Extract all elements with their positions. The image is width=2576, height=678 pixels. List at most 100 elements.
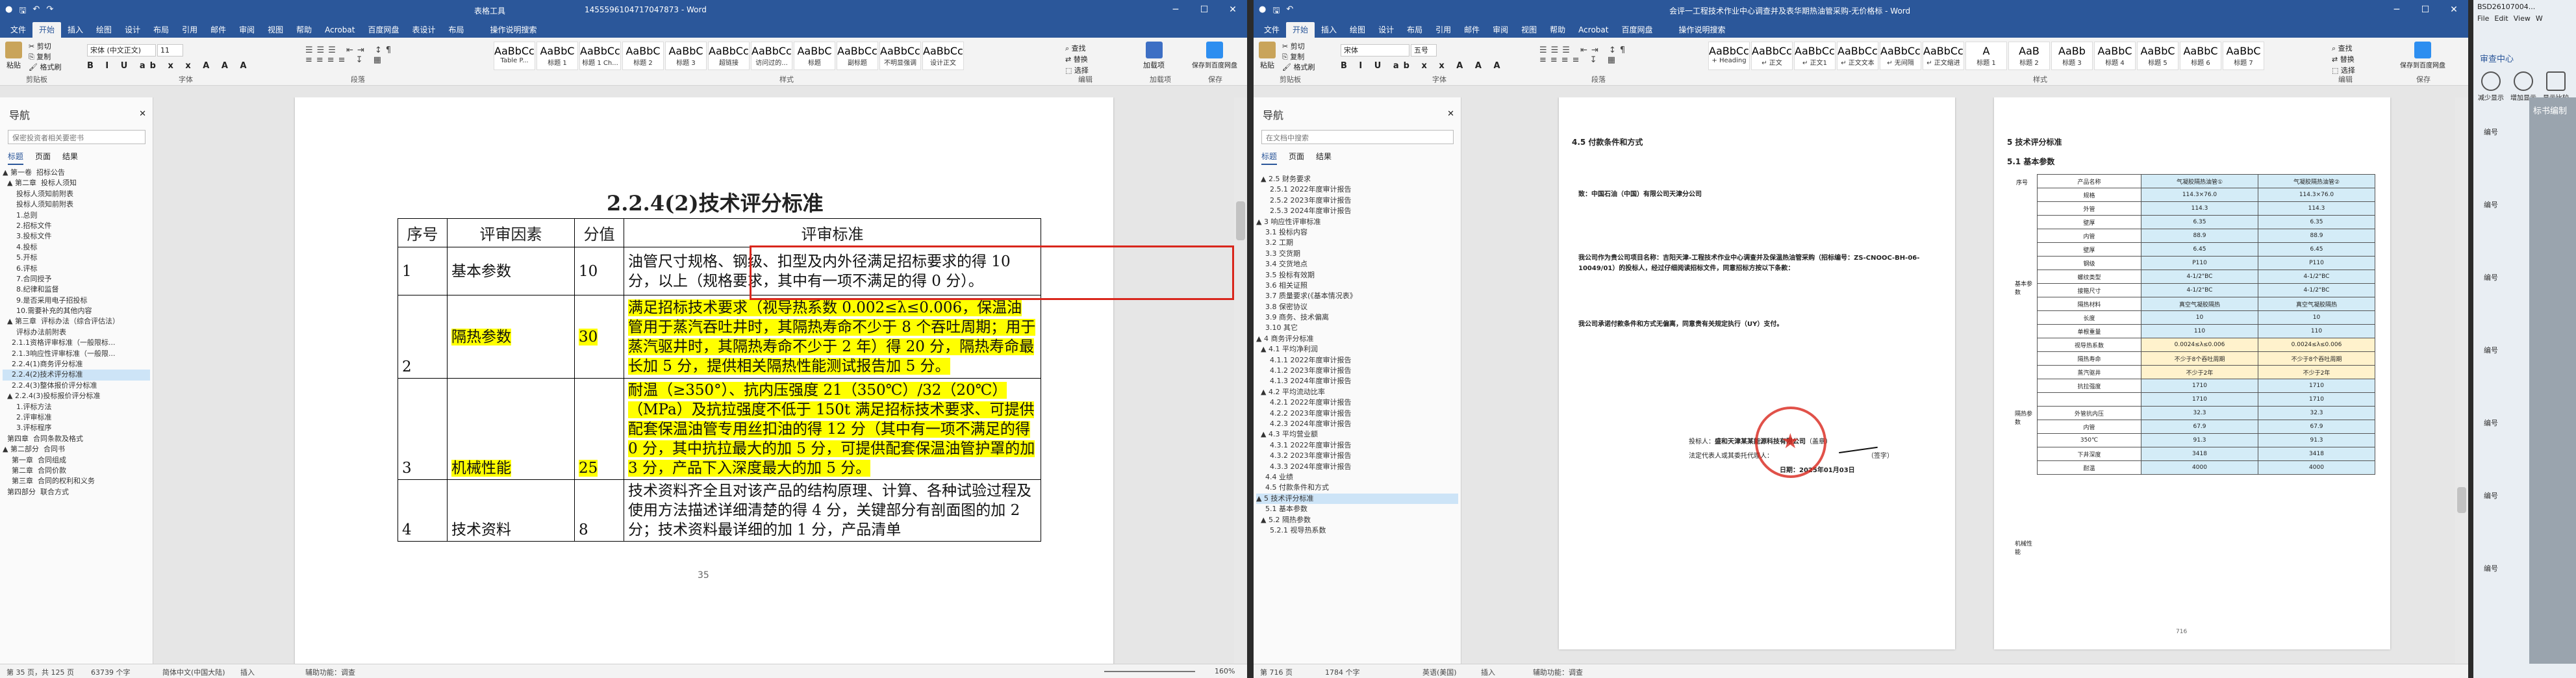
ribbon-tab[interactable]: 视图 [1515,22,1543,38]
nav-tree-item[interactable]: 4.3.1 2022年度审计报告 [1256,440,1458,451]
nav-tree-item[interactable]: 10.需要补充的其他内容 [3,306,150,316]
table-cell[interactable]: 3418 [2141,447,2258,461]
row-number[interactable]: 3 [398,378,448,480]
style-item[interactable]: AaBbCcDd ↵ 无间隔 [1880,42,1921,70]
table-cell[interactable] [2037,392,2141,407]
style-item[interactable]: AaBbCcDd ↵ 正文 [1751,42,1793,70]
nav-tree-item[interactable]: ▲ 2.2.4(3)投标报价评分标准 [3,391,150,401]
ribbon-tab[interactable]: 百度网盘 [1615,22,1659,38]
nav-tab-results[interactable]: 结果 [62,151,78,165]
font-name-select[interactable]: 宋体 [1341,44,1409,56]
maximize-button[interactable]: ☐ [1190,0,1219,19]
nav-tree-item[interactable]: 4.2.3 2024年度审计报告 [1256,419,1458,429]
ribbon-tab[interactable]: 文件 [1257,22,1286,38]
ribbon-tab[interactable]: 邮件 [204,22,233,38]
decrease-display-button[interactable]: 减少显示 [2476,71,2506,102]
table-cell[interactable]: 蒸汽驱井 [2037,365,2141,379]
undo-icon[interactable]: ↶ [32,5,40,19]
nav-tab-results[interactable]: 结果 [1316,151,1332,165]
table-cell[interactable]: 67.9 [2141,420,2258,434]
nav-tree-item[interactable]: 8.纪律和监督 [3,284,150,295]
minimize-button[interactable]: ─ [1161,0,1190,19]
table-cell[interactable]: 88.9 [2141,229,2258,243]
ribbon-tab[interactable]: 布局 [1400,22,1429,38]
sidebar-item[interactable]: 编号 [2477,123,2527,195]
table-cell[interactable]: 10 [2141,310,2258,325]
style-item[interactable]: AaBbCcD 访问过的... [751,42,792,70]
nav-tree-item[interactable]: 5.1 基本参数 [1256,504,1458,514]
nav-tree-item[interactable]: ▲ 4.3 平均营业额 [1256,429,1458,440]
nav-tree-item[interactable]: 3.7 质量要求(《基本情况表》 [1256,291,1458,301]
nav-close-icon[interactable]: ✕ [1447,109,1454,119]
addin-button[interactable]: 加载项 [1143,42,1165,70]
table-cell[interactable]: 长度 [2037,310,2141,325]
table-cell[interactable]: 不少于2年 [2258,365,2375,379]
style-item[interactable]: AaB 标题 2 [2008,42,2050,70]
nav-tree-item[interactable]: 1.评标方法 [3,402,150,412]
left-vertical-scrollbar[interactable] [1234,97,1247,664]
row-factor-cell[interactable]: 隔热参数 [447,295,575,379]
table-cell[interactable]: 外管 [2037,201,2141,216]
table-cell[interactable]: 不少于2年 [2141,365,2258,379]
nav-tree-item[interactable]: ▲ 第二章 投标人须知 [3,178,150,188]
nav-tree-item[interactable]: 投标人须知前附表 [3,189,150,199]
table-cell[interactable]: 接箍尺寸 [2037,283,2141,297]
nav-tree-item[interactable]: 2.2.4(2)技术评分标准 [3,370,150,381]
ribbon-tab[interactable]: 引用 [1429,22,1458,38]
table-cell[interactable]: 下井深度 [2037,447,2141,461]
sidebar-item[interactable]: 编号 [2477,268,2527,341]
nav-tree-item[interactable]: 2.5.2 2023年度审计报告 [1256,195,1458,206]
table-cell[interactable]: 1710 [2258,392,2375,407]
zoom-level[interactable]: 160% [1215,667,1235,675]
nav-tree-item[interactable]: 第三章 合同的权利和义务 [3,476,150,486]
redo-icon[interactable]: ↷ [46,5,53,19]
status-words[interactable]: 63739 个字 [91,667,131,677]
ribbon-tab[interactable]: 开始 [32,22,62,38]
nav-tree-item[interactable]: 1.总则 [3,210,150,221]
table-cell[interactable]: 4-1/2"BC [2258,270,2375,284]
nav-tree-item[interactable]: 3.评标程序 [3,423,150,433]
row-score-cell[interactable]: 30 [574,295,624,379]
style-item[interactable]: AaBbCcD 超链接 [708,42,750,70]
minimize-button[interactable]: ─ [2382,0,2411,19]
font-size-select[interactable]: 11 [157,44,183,56]
menu-edit[interactable]: Edit [2494,14,2508,23]
replace-button[interactable]: ⇄ 替换 [2332,54,2355,65]
font-name-select[interactable]: 宋体 (中文正文) [87,44,156,56]
autosave-icon[interactable]: ● [1259,5,1266,19]
nav-tree-item[interactable]: 2.招标文件 [3,221,150,231]
table-cell[interactable]: 110 [2258,324,2375,338]
ribbon-tab[interactable]: 设计 [118,22,147,38]
status-page[interactable]: 第 716 页 [1260,667,1293,677]
sidebar-item[interactable]: 编号 [2477,559,2527,632]
nav-tree-item[interactable]: 9.是否采用电子招投标 [3,295,150,306]
nav-tree-item[interactable]: ▲ 4 商务评分标准 [1256,334,1458,344]
status-accessibility[interactable]: 辅助功能：调查 [1533,667,1583,677]
tell-me-search[interactable]: 操作说明搜索 [484,22,544,38]
ribbon-tab[interactable]: 审阅 [233,22,261,38]
replace-button[interactable]: ⇄ 替换 [1065,54,1089,65]
table-cell[interactable]: 单根重量 [2037,324,2141,338]
close-button[interactable]: ✕ [2440,0,2468,19]
table-cell[interactable]: 350℃ [2037,433,2141,447]
baidu-save-button[interactable]: 保存到百度网盘 [2397,42,2449,69]
ribbon-tab[interactable]: Acrobat [318,22,361,38]
nav-tree-item[interactable]: 2.2.4(3)整体报价评分标准 [3,381,150,391]
right-vertical-scrollbar[interactable] [2455,97,2468,664]
nav-tree-item[interactable]: 评标办法前附表 [3,327,150,338]
table-cell[interactable]: 1710 [2141,392,2258,407]
style-item[interactable]: AaBbCcD 不明显强调 [879,42,921,70]
cut-button[interactable]: ✂ 剪切 [29,42,61,52]
table-cell[interactable]: 真空气凝胶隔热 [2258,297,2375,311]
row-number[interactable]: 2 [398,295,448,379]
cut-button[interactable]: ✂ 剪切 [1282,42,1315,52]
nav-tree-item[interactable]: 2.5.1 2022年度审计报告 [1256,184,1458,195]
nav-tree-item[interactable]: 7.合同授予 [3,274,150,284]
table-cell[interactable]: 4-1/2"BC [2258,283,2375,297]
ribbon-tab[interactable]: 邮件 [1458,22,1486,38]
nav-tree-item[interactable]: ▲ 第三章 评标办法（综合评估法） [3,316,150,327]
ribbon-tab[interactable]: 布局 [147,22,175,38]
nav-tab-pages[interactable]: 页面 [35,151,51,165]
nav-tree-item[interactable]: 3.1 投标内容 [1256,227,1458,238]
table-cell[interactable]: 不少于8个吞吐周期 [2141,351,2258,366]
